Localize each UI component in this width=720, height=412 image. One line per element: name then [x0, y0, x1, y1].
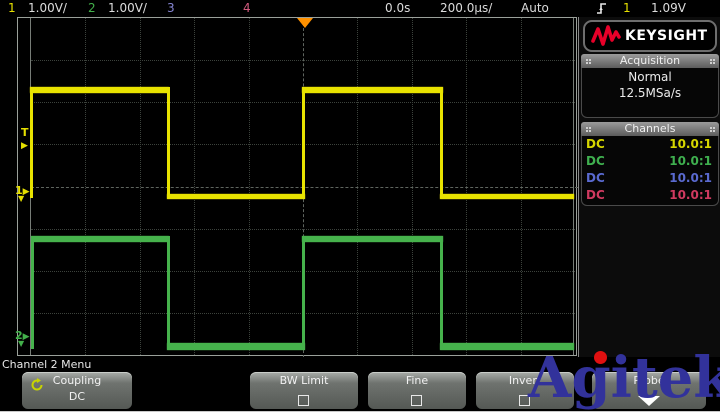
ch1-trace-level [30, 87, 169, 93]
acquisition-panel-header[interactable]: Acquisition [581, 54, 719, 68]
status-timebase[interactable]: 200.0µs/ [440, 2, 492, 15]
sidebar: KEYSIGHT Acquisition Normal 12.5MSa/s Ch… [578, 17, 720, 357]
status-trigger-source[interactable]: 1 [623, 2, 631, 15]
status-ch3-number[interactable]: 3 [167, 2, 175, 15]
softkey-bw-limit[interactable]: BW Limit [250, 372, 358, 409]
brand-name: KEYSIGHT [625, 28, 708, 44]
ch2-trace-level [302, 236, 443, 242]
ch1-trace-level [440, 194, 574, 199]
oscilloscope-screen: 1 1.00V/ 2 1.00V/ 3 4 0.0s 200.0µs/ Auto… [0, 0, 720, 412]
ch2-trace-level [167, 343, 305, 350]
channels-panel: DC 10.0:1 DC 10.0:1 DC 10.0:1 DC 10.0:1 [581, 136, 719, 206]
status-ch2-number[interactable]: 2 [88, 2, 96, 15]
status-trigger-level[interactable]: 1.09V [651, 2, 686, 15]
brand-logo: KEYSIGHT [583, 20, 717, 52]
status-ch1-number[interactable]: 1 [8, 2, 16, 15]
ch2-trace-edge [31, 236, 34, 349]
ch1-trace-level [167, 194, 305, 199]
channel-row-1[interactable]: DC 10.0:1 [582, 136, 718, 153]
status-ch1-scale[interactable]: 1.00V/ [28, 2, 67, 15]
ch1-trace-edge [440, 87, 443, 198]
trigger-level-marker[interactable]: T ▶ [21, 126, 29, 151]
right-arrow-icon: ▶ [21, 141, 28, 151]
down-arrow-icon: ▼ [18, 340, 24, 348]
ch2-trace-level [31, 236, 169, 242]
channel-row-2[interactable]: DC 10.0:1 [582, 153, 718, 170]
status-ch2-scale[interactable]: 1.00V/ [108, 2, 147, 15]
edge-trigger-icon [596, 2, 608, 15]
status-trigger-mode[interactable]: Auto [521, 2, 549, 15]
softkey-coupling[interactable]: Coupling DC [22, 372, 132, 409]
waveform-display: T ▶ 1▶ ▼ 2▶ ▼ [17, 17, 577, 356]
drag-dots-icon [710, 127, 712, 129]
ch1-trace-edge [30, 87, 33, 198]
drag-dots-icon [586, 59, 588, 61]
fine-checkbox[interactable] [411, 395, 422, 406]
sample-rate: 12.5MSa/s [582, 86, 718, 100]
trigger-position-marker[interactable] [297, 18, 313, 28]
menu-title: Channel 2 Menu [2, 358, 91, 371]
ch1-trace-level [302, 87, 443, 93]
softkey-fine[interactable]: Fine [368, 372, 466, 409]
ch2-ground-marker[interactable]: 2▶ ▼ [15, 329, 30, 342]
down-arrow-icon: ▼ [18, 195, 24, 203]
ch2-trace-edge [167, 236, 170, 349]
channel-row-4[interactable]: DC 10.0:1 [582, 187, 718, 204]
drag-dots-icon [586, 127, 588, 129]
status-ch4-number[interactable]: 4 [243, 2, 251, 15]
gridline-horizontal [31, 60, 575, 61]
ch1-ground-marker[interactable]: 1▶ ▼ [15, 184, 30, 197]
ch2-trace-edge [440, 236, 443, 349]
drag-dots-icon [710, 59, 712, 61]
status-time-offset[interactable]: 0.0s [385, 2, 410, 15]
watermark-i-dot [594, 351, 607, 364]
gridline-horizontal [31, 229, 575, 230]
bw-limit-checkbox[interactable] [298, 395, 309, 406]
status-bar: 1 1.00V/ 2 1.00V/ 3 4 0.0s 200.0µs/ Auto… [0, 0, 720, 17]
cycle-icon [30, 378, 44, 392]
ch1-trace-edge [302, 87, 305, 198]
acquisition-panel: Normal 12.5MSa/s [581, 68, 719, 118]
acquisition-mode: Normal [582, 70, 718, 84]
agitek-watermark: Agitek [528, 348, 720, 408]
channel-row-3[interactable]: DC 10.0:1 [582, 170, 718, 187]
ch2-trace-edge [302, 236, 305, 349]
keysight-spark-icon [591, 24, 621, 48]
ch1-trace-edge [167, 87, 170, 198]
channels-panel-header[interactable]: Channels [581, 122, 719, 136]
